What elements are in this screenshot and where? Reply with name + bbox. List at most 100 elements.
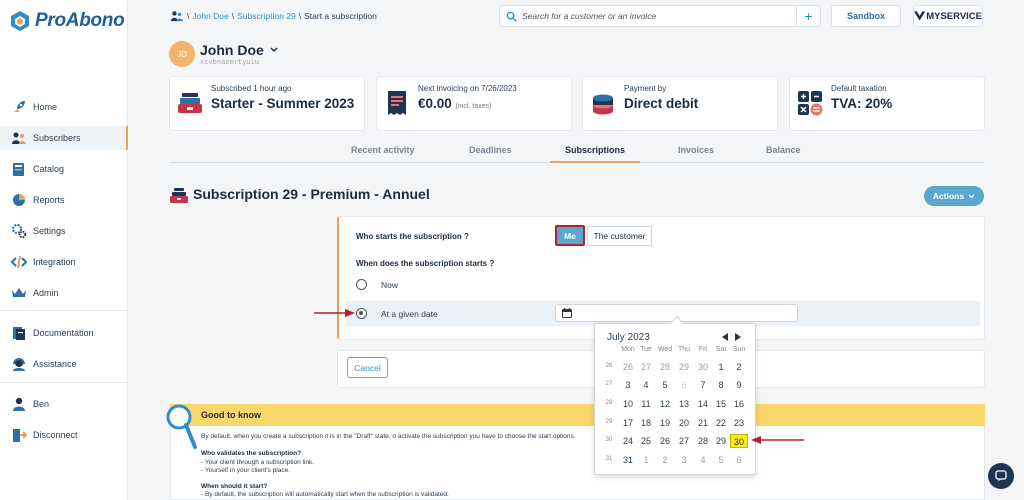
calendar-day[interactable]: 21: [694, 416, 712, 430]
calendar-day[interactable]: 27: [675, 434, 693, 448]
card-subscription[interactable]: Subscribed 1 hour ago Starter - Summer 2…: [169, 76, 365, 131]
customer-name[interactable]: John Doe: [200, 42, 278, 58]
breadcrumb-customer[interactable]: John Doe: [192, 11, 228, 21]
calendar-day[interactable]: 6: [730, 453, 748, 467]
calendar-day[interactable]: 29: [712, 434, 730, 448]
tab-subscriptions[interactable]: Subscriptions: [565, 145, 625, 155]
add-button[interactable]: +: [796, 6, 820, 26]
calendar-day[interactable]: 9: [730, 378, 748, 392]
calendar-day[interactable]: 26: [656, 434, 674, 448]
calendar-day[interactable]: 16: [730, 397, 748, 411]
search-bar[interactable]: Search for a customer or an invoice +: [499, 5, 821, 27]
good-to-know-answer: - Yourself in your client's place.: [201, 467, 291, 474]
sidebar-item-subscribers[interactable]: Subscribers: [0, 126, 128, 150]
calendar-day[interactable]: 2: [730, 360, 748, 374]
calendar-day[interactable]: 1: [712, 360, 730, 374]
sidebar-item-integration[interactable]: Integration: [0, 250, 128, 274]
sidebar-divider: [0, 382, 128, 383]
calendar-day[interactable]: 10: [619, 397, 637, 411]
documentation-icon: [11, 325, 27, 341]
sandbox-button[interactable]: Sandbox: [831, 5, 901, 27]
calendar-day[interactable]: 26: [619, 360, 637, 374]
sidebar-item-admin[interactable]: Admin: [0, 281, 128, 305]
card-taxation[interactable]: Default taxation TVA: 20%: [789, 76, 985, 131]
next-month-icon[interactable]: [734, 333, 741, 341]
sidebar-item-settings[interactable]: Settings: [0, 219, 128, 243]
tab-deadlines[interactable]: Deadlines: [469, 145, 512, 155]
calendar-day[interactable]: 4: [694, 453, 712, 467]
tab-invoices[interactable]: Invoices: [678, 145, 714, 155]
radio-button[interactable]: [356, 279, 367, 290]
calendar-day[interactable]: 23: [730, 416, 748, 430]
calendar-day[interactable]: 3: [675, 453, 693, 467]
sidebar-item-assistance[interactable]: Assistance: [0, 352, 128, 376]
week-number: 26: [605, 363, 613, 369]
calendar-day[interactable]: 25: [637, 434, 655, 448]
subscription-title: Subscription 29 - Premium - Annuel: [193, 186, 430, 202]
tab-balance[interactable]: Balance: [766, 145, 801, 155]
calendar-day[interactable]: 14: [694, 397, 712, 411]
calendar-day[interactable]: 1: [637, 453, 655, 467]
sidebar-divider: [0, 310, 128, 311]
previous-month-icon[interactable]: [722, 333, 729, 341]
calendar-day[interactable]: 7: [694, 378, 712, 392]
calendar-day[interactable]: 11: [637, 397, 655, 411]
card-label: Default taxation: [831, 84, 887, 93]
sidebar-item-label: Catalog: [33, 164, 65, 174]
calendar-day[interactable]: 28: [656, 360, 674, 374]
calendar-day[interactable]: 2: [656, 453, 674, 467]
logo[interactable]: ProAbono: [10, 10, 125, 32]
calendar-day[interactable]: 4: [637, 378, 655, 392]
calendar-day[interactable]: 6: [675, 378, 693, 392]
me-button[interactable]: Me: [555, 225, 585, 246]
calendar-day[interactable]: 22: [712, 416, 730, 430]
radio-now[interactable]: Now: [356, 279, 398, 290]
calendar-day[interactable]: 29: [675, 360, 693, 374]
sidebar-item-disconnect[interactable]: Disconnect: [0, 423, 128, 447]
sidebar-item-documentation[interactable]: Documentation: [0, 321, 128, 345]
calendar-day[interactable]: 31: [619, 453, 637, 467]
cancel-button[interactable]: Cancel: [347, 357, 388, 378]
actions-button[interactable]: Actions: [924, 186, 984, 206]
calendar-day[interactable]: 24: [619, 434, 637, 448]
sidebar-item-home[interactable]: Home: [0, 95, 128, 119]
calendar-day[interactable]: 30: [694, 360, 712, 374]
calendar-day[interactable]: 28: [694, 434, 712, 448]
good-to-know-answer: - By default, the subscription will auto…: [201, 491, 449, 498]
when-starts-label: When does the subscription starts ?: [356, 259, 495, 268]
sidebar-item-label: Integration: [33, 257, 76, 267]
calendar-day[interactable]: 13: [675, 397, 693, 411]
sidebar-item-catalog[interactable]: Catalog: [0, 157, 128, 181]
calendar-day[interactable]: 5: [712, 453, 730, 467]
calendar-day[interactable]: 12: [656, 397, 674, 411]
brand-logo[interactable]: MYSERVICE: [913, 5, 983, 27]
card-payment[interactable]: Payment by Direct debit: [582, 76, 778, 131]
invoice-icon: [388, 91, 406, 115]
calendar-day[interactable]: 18: [637, 416, 655, 430]
sidebar-item-reports[interactable]: Reports: [0, 188, 128, 212]
search-input[interactable]: Search for a customer or an invoice: [522, 11, 796, 21]
chat-button[interactable]: [988, 463, 1014, 489]
sidebar-item-user[interactable]: Ben: [0, 392, 128, 416]
the-customer-button[interactable]: The customer: [587, 226, 652, 246]
proabono-logo-icon: [11, 11, 29, 31]
calendar-day[interactable]: 19: [656, 416, 674, 430]
radio-button[interactable]: [356, 308, 367, 319]
tab-recent-activity[interactable]: Recent activity: [351, 145, 415, 155]
calendar-day[interactable]: 3: [619, 378, 637, 392]
calendar-day[interactable]: 5: [656, 378, 674, 392]
customer-reference: xcvbnazertyuiu: [200, 58, 260, 66]
calendar-day[interactable]: 15: [712, 397, 730, 411]
subscribers-icon: [11, 130, 27, 146]
calendar-day[interactable]: 27: [637, 360, 655, 374]
calendar-day[interactable]: 8: [712, 378, 730, 392]
calendar-day[interactable]: 20: [675, 416, 693, 430]
radio-given-date[interactable]: At a given date: [356, 308, 438, 319]
rocket-icon: [11, 99, 27, 115]
selected-day[interactable]: 30: [730, 434, 748, 448]
calendar-day[interactable]: 17: [619, 416, 637, 430]
card-next-invoicing[interactable]: Next invoicing on 7/26/2023 €0.00 (incl.…: [376, 76, 572, 131]
good-to-know-intro: By default, when you create a subscripti…: [201, 433, 576, 440]
breadcrumb-subscription[interactable]: Subscription 29: [237, 11, 296, 21]
annotation-arrow: [751, 436, 804, 444]
